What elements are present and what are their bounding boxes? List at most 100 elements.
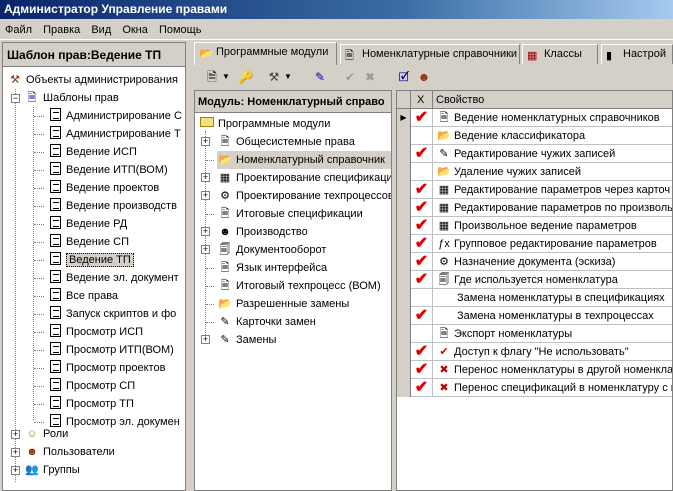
tab-settings[interactable]: ▮ Настрой [601,44,673,64]
menu-windows[interactable]: Окна [119,20,151,40]
menu-view[interactable]: Вид [88,20,114,40]
row-checkbox[interactable]: ✔ [411,217,433,235]
grid-row[interactable]: ✔ ▦ Редактирование параметров через карточ [397,181,672,199]
expand-module-toggle[interactable]: + [201,335,210,344]
column-check-header[interactable]: X [411,91,433,109]
template-item[interactable]: Все права [47,287,118,305]
template-item[interactable]: Просмотр проектов [47,359,165,377]
module-item[interactable]: 🗎 Итоговые спецификации [217,205,363,223]
template-item[interactable]: Администрирование Т [47,125,181,143]
row-checkbox[interactable]: ✔ [411,253,433,271]
grid-row[interactable]: ✔ ✖ Перенос номенклатуры в другой номенкла… [397,361,672,379]
module-item[interactable]: ✎ Карточки замен [217,313,315,331]
template-item[interactable]: Ведение СП [47,233,129,251]
row-checkbox[interactable]: ✔ [411,181,433,199]
column-property-header[interactable]: Свойство [433,91,672,109]
module-item[interactable]: 📂 Разрешенные замены [217,295,349,313]
row-checkbox[interactable]: ✔ [411,109,433,127]
module-tree-root[interactable]: Программные модули [199,115,330,133]
tab-nomenclature-directories[interactable]: 🗎 Номенклатурные справочники [340,44,520,64]
template-item[interactable]: Ведение проектов [47,179,159,197]
template-item[interactable]: Администрирование С [47,107,182,125]
template-item[interactable]: Просмотр ИСП [47,323,143,341]
row-checkbox[interactable]: ✔ [411,307,433,325]
row-indicator[interactable] [397,361,411,379]
tree-root[interactable]: ⚒ Объекты администрирования [7,71,178,89]
grid-row[interactable]: 📂 Удаление чужих записей [397,163,672,181]
template-item[interactable]: Просмотр ТП [47,395,134,413]
grid-row[interactable]: ✔ ✎ Редактирование чужих записей [397,145,672,163]
module-item[interactable]: 📂 Номенклатурный справочник [217,151,391,169]
grid-row[interactable]: ✔ ✖ Перенос спецификаций в номенклатуру с … [397,379,672,397]
key-icon[interactable]: 🔑 [238,68,254,86]
row-indicator[interactable] [397,217,411,235]
template-item[interactable]: Ведение ИСП [47,143,137,161]
document-menu-icon[interactable]: 🗎 [204,68,220,86]
expand-module-toggle[interactable]: + [201,173,210,182]
expand-module-toggle[interactable]: + [201,227,210,236]
expand-module-toggle[interactable]: + [201,245,210,254]
tools-icon[interactable]: ⚒ [266,68,282,86]
template-item[interactable]: Просмотр СП [47,377,135,395]
grid-row[interactable]: ✔ ƒx Групповое редактирование параметров [397,235,672,253]
row-checkbox[interactable] [411,289,433,307]
row-checkbox[interactable]: ✔ [411,235,433,253]
apply-icon[interactable]: ✔ [342,68,358,86]
row-indicator[interactable] [397,379,411,397]
row-checkbox[interactable]: ✔ [411,343,433,361]
template-item[interactable]: Ведение производств [47,197,177,215]
row-checkbox[interactable]: ✔ [411,199,433,217]
grid-row[interactable]: ✔ ⚙ Назначение документа (эскиза) [397,253,672,271]
expand-templates-toggle[interactable]: − [11,94,20,103]
edit-icon[interactable]: ✎ [312,68,328,86]
menu-edit[interactable]: Правка [40,20,83,40]
template-item[interactable]: Запуск скриптов и фо [47,305,176,323]
template-item[interactable]: Ведение ТП [47,251,134,269]
menu-help[interactable]: Помощь [156,20,205,40]
expand-module-toggle[interactable]: + [201,191,210,200]
row-indicator[interactable] [397,163,411,181]
row-indicator[interactable] [397,271,411,289]
row-indicator[interactable] [397,343,411,361]
row-checkbox[interactable] [411,325,433,343]
module-item[interactable]: ⚙ Проектирование техпроцессов [217,187,391,205]
row-checkbox[interactable] [411,127,433,145]
grid-row[interactable]: 📂 Ведение классификатора [397,127,672,145]
row-indicator[interactable] [397,145,411,163]
module-item[interactable]: ✎ Замены [217,331,276,349]
grid-row[interactable]: Замена номенклатуры в спецификациях [397,289,672,307]
tree-groups[interactable]: 👥 Группы [24,461,80,479]
cancel-icon[interactable]: ✖ [362,68,378,86]
grid-row[interactable]: ✔ ▦ Редактирование параметров по произволь [397,199,672,217]
grid-row[interactable]: ✔ 🗐 Где используется номенклатура [397,271,672,289]
row-indicator[interactable] [397,235,411,253]
module-item[interactable]: 🗎 Язык интерфейса [217,259,328,277]
grid-row[interactable]: 🗎 Экспорт номенклатуры [397,325,672,343]
row-indicator[interactable] [397,253,411,271]
module-item[interactable]: 🗐 Документооборот [217,241,327,259]
dropdown-arrow-icon[interactable]: ▼ [284,68,292,86]
row-indicator[interactable] [397,127,411,145]
row-indicator[interactable] [397,181,411,199]
row-checkbox[interactable]: ✔ [411,145,433,163]
module-item[interactable]: ☻ Производство [217,223,308,241]
grid-row[interactable]: ✔ ▦ Произвольное ведение параметров [397,217,672,235]
module-item[interactable]: 🗎 Общесистемные права [217,133,355,151]
tree-templates[interactable]: 🗎 Шаблоны прав [24,89,119,107]
template-check-icon[interactable]: 🗹 [396,68,412,86]
row-indicator[interactable] [397,307,411,325]
template-item[interactable]: Ведение ИТП(ВОМ) [47,161,168,179]
template-item[interactable]: Ведение эл. документ [47,269,179,287]
expand-groups-toggle[interactable]: + [11,466,20,475]
row-indicator[interactable] [397,199,411,217]
row-checkbox[interactable]: ✔ [411,271,433,289]
row-checkbox[interactable]: ✔ [411,361,433,379]
menu-file[interactable]: Файл [2,20,35,40]
grid-row[interactable]: ✔ Замена номенклатуры в техпроцессах [397,307,672,325]
dropdown-arrow-icon[interactable]: ▼ [222,68,230,86]
expand-roles-toggle[interactable]: + [11,430,20,439]
row-checkbox[interactable]: ✔ [411,379,433,397]
module-item[interactable]: 🗎 Итоговый техпроцесс (ВОМ) [217,277,381,295]
expand-users-toggle[interactable]: + [11,448,20,457]
row-pointer-icon[interactable]: ▶ [397,109,411,127]
